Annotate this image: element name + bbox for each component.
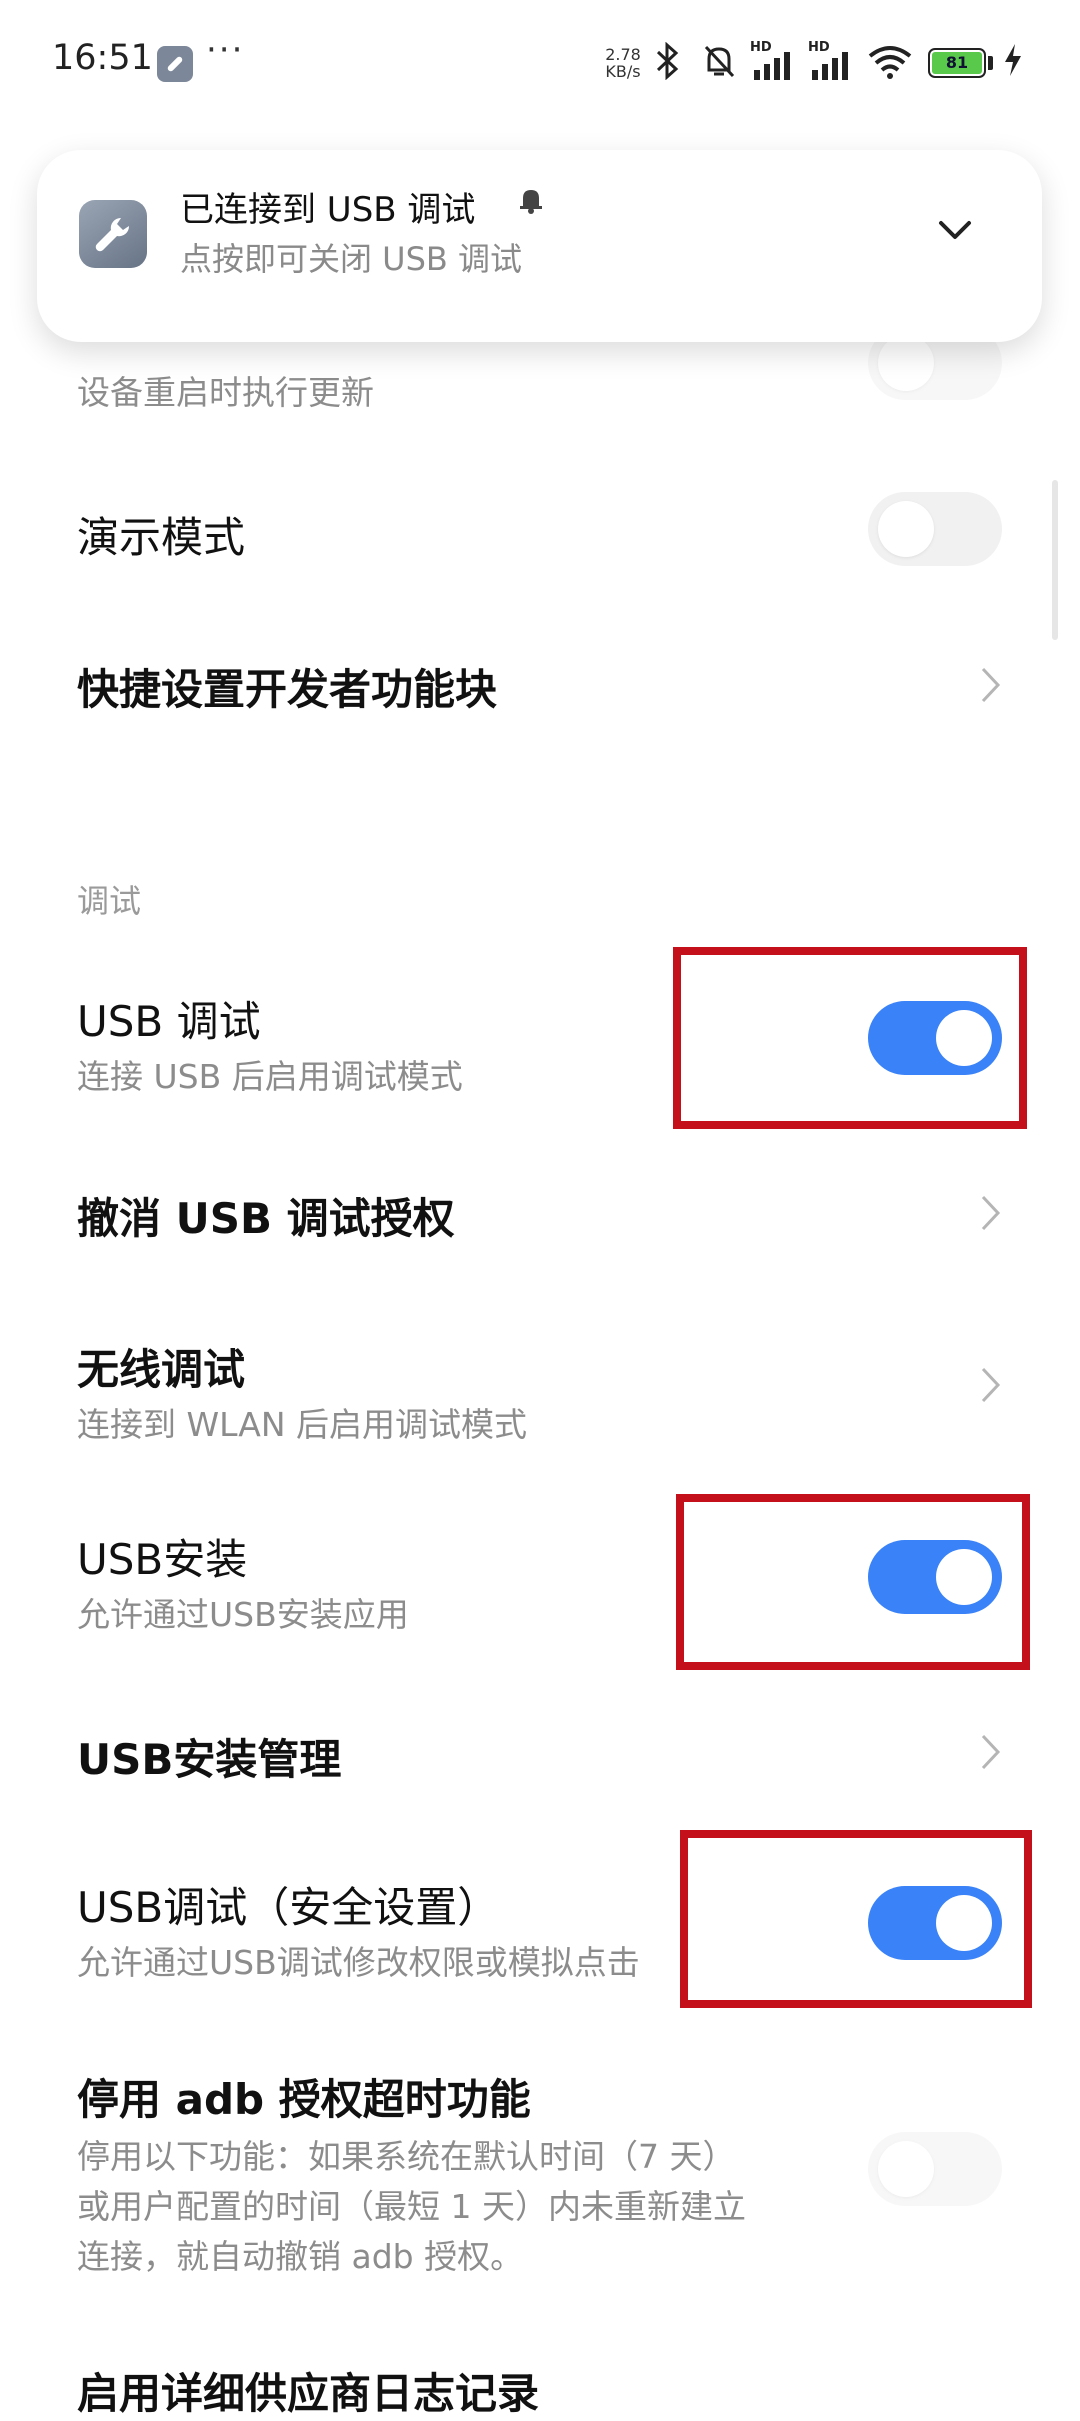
usb-install-title: USB安装 xyxy=(77,1535,248,1584)
verbose-vendor-logging-title: 启用详细供应商日志记录 xyxy=(77,2369,540,2418)
usb-install-subtitle: 允许通过USB安装应用 xyxy=(77,1595,409,1634)
network-speed: 2.78 KB/s xyxy=(598,46,648,80)
quick-settings-tiles-title[interactable]: 快捷设置开发者功能块 xyxy=(77,656,497,717)
usb-debugging-security-toggle[interactable] xyxy=(868,1886,1002,1960)
wifi-icon xyxy=(866,44,914,88)
scrollbar[interactable] xyxy=(1052,480,1058,640)
chevron-right-icon xyxy=(980,1366,1002,1404)
more-notifications-icon: ··· xyxy=(206,30,245,70)
usb-debugging-security-title: USB调试（安全设置） xyxy=(77,1883,500,1932)
status-time: 16:51 xyxy=(52,38,153,78)
chevron-right-icon xyxy=(980,1194,1002,1232)
battery-icon: 81 xyxy=(928,48,986,78)
revoke-usb-auth-title[interactable]: 撤消 USB 调试授权 xyxy=(77,1185,455,1246)
usb-debugging-subtitle: 连接 USB 后启用调试模式 xyxy=(77,1057,463,1096)
chevron-down-icon[interactable] xyxy=(935,210,975,250)
usb-debugging-toggle[interactable] xyxy=(868,1001,1002,1075)
wrench-icon xyxy=(79,200,147,268)
battery-cap xyxy=(988,56,993,70)
network-speed-unit: KB/s xyxy=(605,62,641,81)
demo-mode-toggle[interactable] xyxy=(868,492,1002,566)
disable-adb-timeout-toggle[interactable] xyxy=(868,2132,1002,2206)
chevron-right-icon xyxy=(980,666,1002,704)
notification-title: 已连接到 USB 调试 xyxy=(180,190,476,230)
mute-bell-icon xyxy=(700,42,738,88)
wireless-debugging-title[interactable]: 无线调试 xyxy=(77,1336,245,1397)
demo-mode-title: 演示模式 xyxy=(77,513,246,562)
disable-adb-timeout-title: 停用 adb 授权超时功能 xyxy=(77,2075,531,2124)
usb-debugging-security-subtitle: 允许通过USB调试修改权限或模拟点击 xyxy=(77,1943,640,1982)
disable-adb-timeout-desc-line-2: 或用户配置的时间（最短 1 天）内未重新建立 xyxy=(77,2187,746,2226)
wireless-debugging-subtitle: 连接到 WLAN 后启用调试模式 xyxy=(77,1405,528,1444)
charging-icon xyxy=(1002,42,1024,86)
signal-icon xyxy=(752,50,794,88)
usb-debug-notification[interactable]: 已连接到 USB 调试 点按即可关闭 USB 调试 xyxy=(37,150,1042,342)
signal-icon-2 xyxy=(810,50,852,88)
usb-install-management-title[interactable]: USB安装管理 xyxy=(77,1726,341,1787)
bell-icon xyxy=(518,186,544,221)
notification-subtitle: 点按即可关闭 USB 调试 xyxy=(180,240,523,278)
auto-update-subtitle: 设备重启时执行更新 xyxy=(77,373,374,412)
battery-level: 81 xyxy=(932,52,982,74)
wrench-icon xyxy=(157,46,193,82)
disable-adb-timeout-desc-line-3: 连接，就自动撤销 adb 授权。 xyxy=(77,2237,524,2276)
usb-install-toggle[interactable] xyxy=(868,1540,1002,1614)
section-header-debugging: 调试 xyxy=(77,882,142,920)
disable-adb-timeout-desc-line-1: 停用以下功能：如果系统在默认时间（7 天） xyxy=(77,2137,736,2176)
usb-debugging-title: USB 调试 xyxy=(77,997,261,1046)
chevron-right-icon xyxy=(980,1733,1002,1771)
network-speed-value: 2.78 xyxy=(605,45,641,64)
bluetooth-icon xyxy=(652,41,682,88)
